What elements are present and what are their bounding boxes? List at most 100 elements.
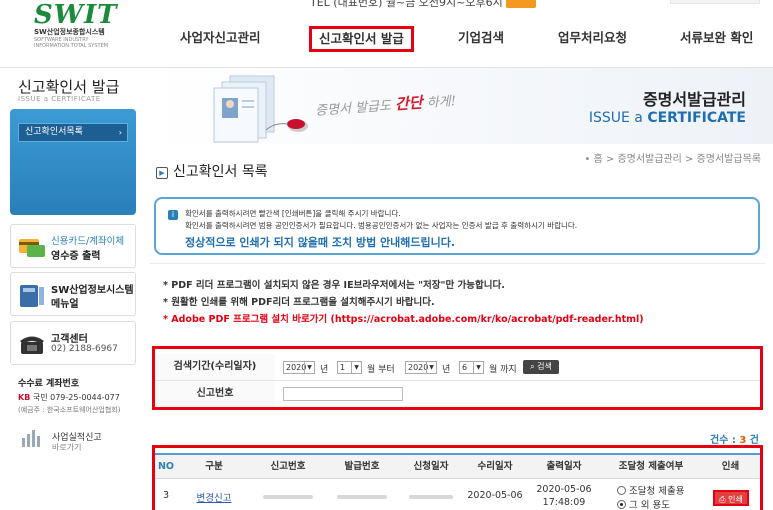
report-number-row: 신고번호 bbox=[155, 381, 760, 408]
logo[interactable]: SWIT SW산업정보종합시스템 SOFTWARE INDUSTRY INFOR… bbox=[34, 2, 124, 49]
report-number-input[interactable] bbox=[283, 387, 403, 401]
row-type-link[interactable]: 변경신고 bbox=[177, 490, 251, 504]
nav-business-report[interactable]: 사업자신고관리 bbox=[180, 26, 261, 52]
row-apply-date-masked bbox=[409, 495, 453, 499]
search-period-row: 검색기간(수리일자) 2020 ▼ 년 1 ▼ 월 부터 2020 ▼ 년 6 ▼ 월 … bbox=[155, 354, 760, 381]
nav-company-search[interactable]: 기업검색 bbox=[458, 26, 504, 52]
result-count: 건수 : 3 건 bbox=[710, 431, 759, 446]
notes-list: * PDF 리더 프로그램이 설치되지 않은 경우 IE브라우저에서는 "저장"… bbox=[163, 277, 644, 328]
start-month-select[interactable]: 1 ▼ bbox=[337, 361, 362, 374]
bank-logo: KB bbox=[18, 393, 31, 402]
receipt-card[interactable]: 신용카드/계좌이체 영수증 출력 bbox=[10, 224, 136, 268]
bank-name: 국민 bbox=[32, 393, 48, 402]
radio-circle-selected bbox=[617, 500, 626, 509]
notice-line2: 확인서를 출력하시려면 범용 공인인증서가 필요합니다. 범용공인인증서가 없는… bbox=[185, 221, 578, 230]
account-number-line: KB 국민 079-25-0044-077 bbox=[18, 392, 143, 403]
year-unit: 년 bbox=[320, 365, 329, 375]
documents-illustration-icon bbox=[213, 75, 308, 143]
info-icon: i bbox=[168, 210, 178, 220]
start-month-value: 1 bbox=[340, 363, 346, 372]
row-issue-number-masked bbox=[337, 495, 387, 499]
chevron-down-icon: ▼ bbox=[426, 362, 436, 373]
col-print-date: 출력일자 bbox=[546, 461, 582, 472]
month-from-text: 월 부터 bbox=[367, 365, 395, 375]
logo-english-2: INFORMATION TOTAL SYSTEM bbox=[34, 43, 109, 49]
month-to-text: 월 까지 bbox=[489, 365, 517, 375]
search-icon: ⌕ bbox=[530, 362, 535, 371]
note-item: * PDF 리더 프로그램이 설치되지 않은 경우 IE브라우저에서는 "저장"… bbox=[163, 280, 505, 291]
bar-chart-icon bbox=[22, 430, 40, 447]
top-login-box[interactable] bbox=[670, 0, 760, 4]
performance-report-link[interactable]: 사업실적신고 바로가기 bbox=[20, 428, 102, 452]
print-button[interactable]: ⎙ 인쇄 bbox=[713, 490, 749, 506]
manual-card[interactable]: SW산업정보시스템 메뉴얼 bbox=[10, 272, 136, 316]
radio-other-option[interactable]: 그 외 용도 bbox=[617, 497, 670, 510]
banner-sub-pre: ISSUE a bbox=[588, 110, 648, 126]
top-strip: TEL (대표번호) 월~금 오전9시~오후6시 bbox=[310, 0, 537, 10]
row-received-date: 2020-05-06 bbox=[467, 490, 523, 501]
search-panel: 검색기간(수리일자) 2020 ▼ 년 1 ▼ 월 부터 2020 ▼ 년 6 ▼ 월 … bbox=[152, 346, 763, 410]
col-print: 인쇄 bbox=[721, 461, 740, 472]
support-card: 고객센터 02) 2188-6967 bbox=[10, 321, 136, 365]
main-nav: 사업자신고관리 신고확인서 발급 기업검색 업무처리요청 서류보완 확인 bbox=[160, 26, 773, 52]
search-button[interactable]: ⌕ 검색 bbox=[523, 360, 559, 374]
printer-icon: ⎙ bbox=[719, 495, 726, 504]
account-number: 079-25-0044-077 bbox=[50, 393, 120, 402]
end-month-value: 6 bbox=[462, 363, 468, 372]
account-info: 수수료 계좌번호 KB 국민 079-25-0044-077 (예금주 : 한국… bbox=[18, 376, 143, 415]
radio-label: 조달청 제출용 bbox=[629, 486, 685, 497]
perf-line2: 바로가기 bbox=[52, 443, 82, 452]
chevron-down-icon: ▼ bbox=[304, 362, 314, 373]
end-year-select[interactable]: 2020 ▼ bbox=[405, 361, 437, 374]
sidebar-title: 신고확인서 발급 bbox=[18, 78, 120, 96]
chevron-down-icon: ▼ bbox=[351, 362, 361, 373]
logo-mark: SWIT bbox=[34, 0, 118, 30]
banner-title: 증명서발급관리 bbox=[642, 90, 746, 109]
support-title: 고객센터 bbox=[51, 334, 88, 345]
report-number-label: 신고번호 bbox=[155, 381, 275, 407]
notice-box: i 확인서를 출력하시려면 빨간색 [인쇄버튼]을 클릭해 주시기 바랍니다. … bbox=[154, 197, 760, 255]
page-title: ▶ 신고확인서 목록 bbox=[156, 161, 268, 181]
sidebar-menu-box: 신고확인서목록 › bbox=[10, 109, 136, 215]
nav-work-request[interactable]: 업무처리요청 bbox=[558, 26, 627, 52]
receipt-line2: 영수증 출력 bbox=[51, 251, 101, 262]
radio-circle bbox=[617, 486, 626, 495]
slogan-emphasis: 간단 bbox=[394, 93, 424, 114]
year-unit: 년 bbox=[442, 365, 451, 375]
search-button-label: 검색 bbox=[537, 362, 552, 371]
divider bbox=[150, 263, 765, 264]
radio-procurement-option[interactable]: 조달청 제출용 bbox=[617, 483, 684, 497]
col-no: NO bbox=[157, 461, 175, 472]
support-phone: 02) 2188-6967 bbox=[51, 344, 118, 354]
page-title-text: 신고확인서 목록 bbox=[173, 164, 268, 180]
row-no: 3 bbox=[162, 490, 170, 501]
end-month-select[interactable]: 6 ▼ bbox=[459, 361, 484, 374]
page-banner: 증명서 발급도 간단 하게! 증명서발급관리 ISSUE a CERTIFICA… bbox=[150, 68, 773, 144]
start-year-select[interactable]: 2020 ▼ bbox=[283, 361, 315, 374]
sidebar-subtitle: ISSUE a CERTIFICATE bbox=[18, 95, 101, 103]
row-print-time: 17:48:09 bbox=[542, 497, 586, 508]
period-label: 검색기간(수리일자) bbox=[155, 354, 275, 380]
radio-label: 그 외 용도 bbox=[629, 500, 670, 510]
account-title: 수수료 계좌번호 bbox=[18, 379, 80, 389]
col-issue-number: 발급번호 bbox=[344, 461, 380, 472]
col-report-number: 신고번호 bbox=[270, 461, 306, 472]
col-procurement: 조달청 제출여부 bbox=[618, 461, 684, 472]
phone-icon bbox=[20, 336, 44, 354]
top-badge bbox=[506, 0, 537, 8]
sidebar-item-certificate-list[interactable]: 신고확인서목록 › bbox=[18, 123, 128, 142]
banner-slogan: 증명서 발급도 간단 하게! bbox=[314, 89, 457, 120]
nav-certificate-issue[interactable]: 신고확인서 발급 bbox=[309, 26, 414, 52]
row-print-date: 2020-05-06 bbox=[536, 484, 592, 495]
banner-sub-bold: CERTIFICATE bbox=[647, 110, 746, 126]
manual-line1: SW산업정보시스템 bbox=[51, 285, 134, 296]
print-help-link[interactable]: 정상적으로 인쇄가 되지 않을때 조치 방법 안내해드립니다. bbox=[185, 234, 455, 250]
nav-document-check[interactable]: 서류보완 확인 bbox=[680, 26, 753, 52]
banner-subtitle: ISSUE a CERTIFICATE bbox=[589, 110, 746, 126]
notice-line1: 확인서를 출력하시려면 빨간색 [인쇄버튼]을 클릭해 주시기 바랍니다. bbox=[185, 209, 401, 218]
adobe-download-link[interactable]: * Adobe PDF 프로그램 설치 바로가기 (https://acroba… bbox=[163, 311, 644, 328]
receipt-line1: 신용카드/계좌이체 bbox=[51, 236, 125, 247]
col-received-date: 수리일자 bbox=[477, 461, 513, 472]
manual-book-icon bbox=[20, 285, 44, 307]
slogan-text: 증명서 발급도 bbox=[314, 98, 392, 119]
